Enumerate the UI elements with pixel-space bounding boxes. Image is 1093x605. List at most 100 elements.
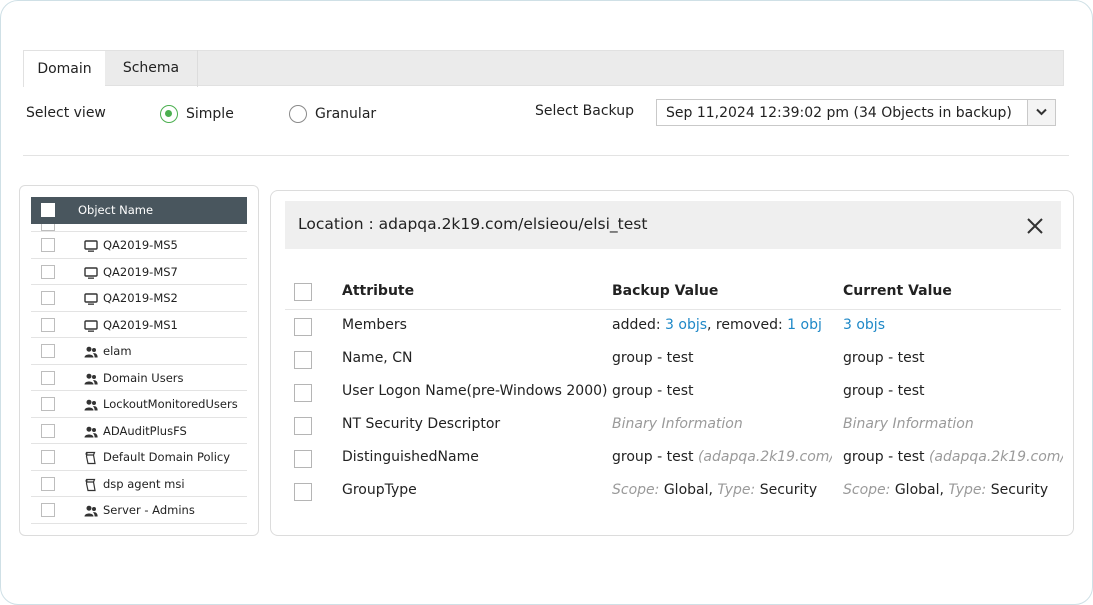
list-item[interactable]: Domain Users [31, 365, 247, 391]
added-label: added: [612, 317, 661, 333]
attribute-name: Name, CN [342, 350, 413, 366]
scope-label: Scope: [612, 482, 660, 498]
policy-icon [84, 450, 98, 465]
backup-value: added: 3 objs, removed: 1 obj [612, 317, 822, 333]
row-checkbox[interactable] [41, 224, 55, 231]
divider [23, 155, 1069, 156]
group-icon [84, 503, 98, 517]
header-divider [285, 309, 1061, 310]
tab-domain[interactable]: Domain [23, 50, 105, 87]
computer-icon [84, 238, 98, 252]
list-item[interactable]: QA2019-MS7 [31, 259, 247, 285]
object-name: Server - Admins [103, 503, 195, 517]
removed-objects-link[interactable]: 1 obj [787, 317, 822, 333]
granular-radio[interactable] [289, 105, 307, 123]
object-name: ADAuditPlusFS [103, 423, 187, 438]
select-view-label: Select view [26, 105, 106, 121]
row-checkbox[interactable] [41, 238, 55, 252]
group-icon [84, 371, 98, 385]
current-value-column-header: Current Value [843, 283, 952, 299]
location-path: Location : adapqa.2k19.com/elsieou/elsi_… [298, 215, 648, 233]
added-objects-link[interactable]: 3 objs [665, 317, 707, 333]
row-checkbox[interactable] [41, 317, 55, 332]
attribute-name: DistinguishedName [342, 449, 479, 465]
type-label: Type: [717, 482, 756, 498]
backup-value: group - test [612, 383, 694, 399]
scope-label: Scope: [843, 482, 891, 498]
attribute-checkbox[interactable] [294, 483, 312, 501]
granular-radio-label[interactable]: Granular [315, 106, 376, 122]
row-checkbox[interactable] [41, 264, 55, 279]
type-label: Type: [948, 482, 987, 498]
tab-schema[interactable]: Schema [105, 50, 198, 87]
object-name-header: Object Name [78, 203, 154, 217]
row-checkbox[interactable] [41, 344, 55, 358]
scope-value: Global, [663, 482, 713, 498]
list-item[interactable]: ADAuditPlusFS [31, 418, 247, 444]
select-all-attributes-checkbox[interactable] [294, 283, 312, 301]
type-value: Security [990, 482, 1049, 498]
current-value: Scope: Global, Type: Security [843, 482, 1048, 498]
attribute-name: GroupType [342, 482, 417, 498]
chevron-down-icon [1036, 108, 1047, 116]
attribute-name: NT Security Descriptor [342, 416, 501, 432]
current-value: Binary Information [843, 416, 974, 432]
backup-value-path: (adapqa.2k19.com/ [697, 449, 832, 465]
list-item[interactable]: QA2019-MS1 [31, 312, 247, 338]
computer-icon [84, 318, 98, 332]
list-item[interactable]: dsp agent msi [31, 471, 247, 497]
current-value: group - test (adapqa.2k19.com/ [843, 449, 1063, 465]
list-item[interactable]: elam [31, 338, 247, 365]
attribute-checkbox[interactable] [294, 417, 312, 435]
group-icon [84, 424, 98, 438]
attribute-checkbox[interactable] [294, 318, 312, 336]
tab-bar: Domain Schema [23, 50, 1064, 87]
simple-radio[interactable] [160, 105, 178, 123]
removed-label: , removed: [707, 317, 783, 333]
row-checkbox[interactable] [41, 397, 55, 411]
object-name: QA2019-MS1 [103, 317, 178, 332]
row-checkbox[interactable] [41, 370, 55, 385]
list-item[interactable]: LockoutMonitoredUsers [31, 391, 247, 418]
list-item[interactable]: Default Domain Policy [31, 444, 247, 471]
list-item[interactable]: Server - Admins [31, 497, 247, 524]
object-name: elam [103, 344, 132, 358]
current-value-path: (adapqa.2k19.com/ [928, 449, 1063, 465]
backup-value: Binary Information [612, 416, 743, 432]
type-value: Security [759, 482, 818, 498]
backup-select[interactable]: Sep 11,2024 12:39:02 pm (34 Objects in b… [656, 99, 1056, 126]
backup-dropdown-button[interactable] [1027, 100, 1055, 125]
row-checkbox[interactable] [41, 423, 55, 438]
backup-value-text: group - test [612, 449, 694, 465]
backup-value: group - test [612, 350, 694, 366]
attribute-checkbox[interactable] [294, 450, 312, 468]
attribute-checkbox[interactable] [294, 351, 312, 369]
list-item [31, 224, 247, 232]
object-name: dsp agent msi [103, 476, 185, 491]
row-checkbox[interactable] [41, 291, 55, 305]
location-bar: Location : adapqa.2k19.com/elsieou/elsi_… [285, 201, 1061, 249]
computer-icon [84, 291, 98, 305]
list-item[interactable]: QA2019-MS5 [31, 232, 247, 259]
computer-icon [84, 265, 98, 279]
close-icon[interactable] [1024, 215, 1046, 237]
object-name: QA2019-MS2 [103, 291, 178, 305]
backup-value-column-header: Backup Value [612, 283, 719, 299]
row-checkbox[interactable] [41, 476, 55, 491]
attribute-column-header: Attribute [342, 283, 415, 299]
select-all-checkbox[interactable] [41, 203, 55, 217]
object-name: Domain Users [103, 370, 184, 385]
current-members-link[interactable]: 3 objs [843, 317, 885, 333]
object-name: QA2019-MS5 [103, 238, 178, 252]
detail-panel: Location : adapqa.2k19.com/elsieou/elsi_… [270, 190, 1074, 536]
policy-icon [84, 477, 98, 491]
list-item[interactable]: QA2019-MS2 [31, 285, 247, 312]
attribute-checkbox[interactable] [294, 384, 312, 402]
simple-radio-label[interactable]: Simple [186, 106, 234, 122]
backup-value: group - test (adapqa.2k19.com/ [612, 449, 832, 465]
attribute-name: User Logon Name(pre-Windows 2000) [342, 383, 608, 399]
row-checkbox[interactable] [41, 450, 55, 464]
object-name: LockoutMonitoredUsers [103, 397, 238, 411]
object-list-header: Object Name [31, 197, 247, 224]
row-checkbox[interactable] [41, 503, 55, 517]
